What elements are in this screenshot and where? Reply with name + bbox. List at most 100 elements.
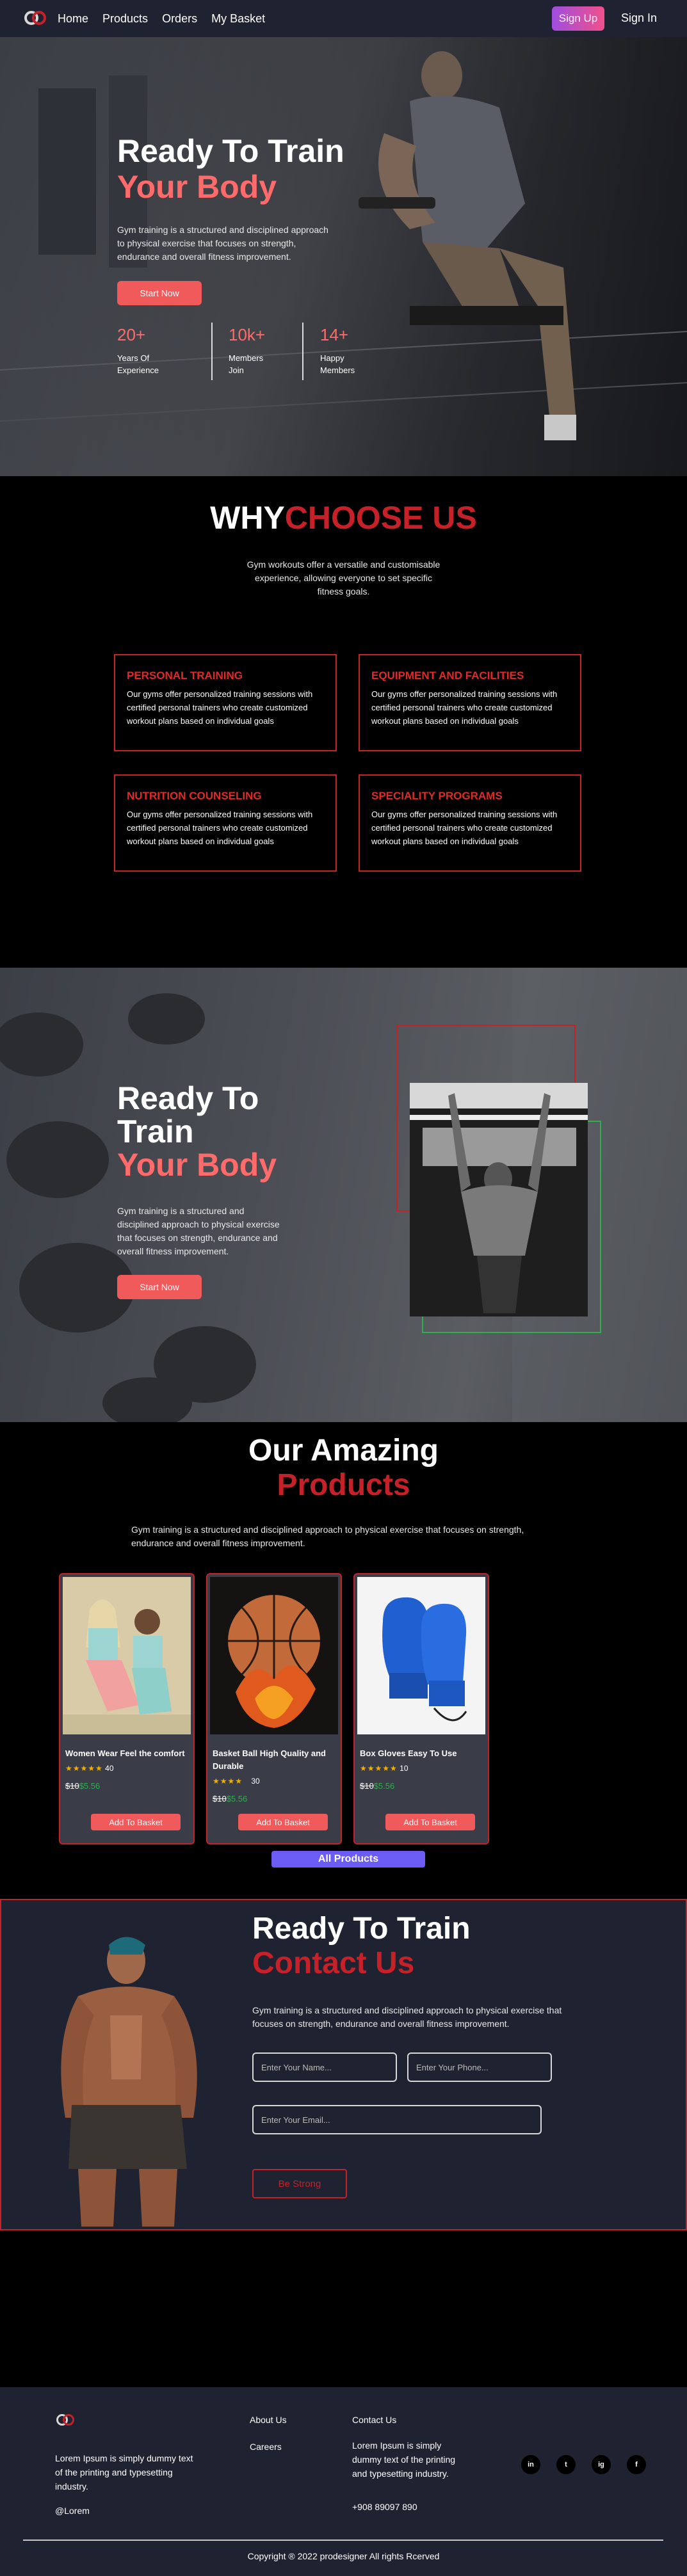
footer-link-careers[interactable]: Careers xyxy=(250,2440,282,2454)
old-price: $10 xyxy=(65,1781,79,1791)
product-price: $10$5.56 xyxy=(360,1780,394,1792)
product-price: $10$5.56 xyxy=(213,1793,247,1805)
old-price: $10 xyxy=(360,1781,374,1791)
why-title-white: WHY xyxy=(210,500,285,536)
contact-title-line1: Ready To Train xyxy=(252,1912,471,1946)
rating-count: 30 xyxy=(251,1777,260,1786)
products-description: Gym training is a structured and discipl… xyxy=(131,1524,524,1548)
old-price: $10 xyxy=(213,1794,227,1804)
instagram-icon[interactable]: ig xyxy=(592,2455,611,2474)
phone-input[interactable]: Enter Your Phone... xyxy=(407,2052,552,2082)
card-text: Our gyms offer personalized training ses… xyxy=(371,689,558,726)
rating-count: 40 xyxy=(105,1764,114,1773)
stat-happy-value: 14+ xyxy=(320,325,349,344)
new-price: $5.56 xyxy=(79,1781,101,1791)
be-strong-button[interactable]: Be Strong xyxy=(252,2169,347,2198)
feature-card-speciality: SPECIALITY PROGRAMS Our gyms offer perso… xyxy=(359,774,581,872)
products-title-line1: Our Amazing xyxy=(248,1434,439,1468)
feature-card-personal-training: PERSONAL TRAINING Our gyms offer persona… xyxy=(114,654,337,751)
star-icons: ★★★★★ xyxy=(360,1764,398,1773)
banner2-title-line1: Ready To xyxy=(117,1080,259,1116)
hero-title-line1: Ready To Train xyxy=(117,133,344,169)
nav-orders[interactable]: Orders xyxy=(162,12,197,26)
product-image-boxing-gloves xyxy=(357,1577,485,1734)
twitter-icon[interactable]: t xyxy=(556,2455,576,2474)
top-navbar: Home Products Orders My Basket Sign Up S… xyxy=(0,0,687,37)
stat-years-value: 20+ xyxy=(117,325,146,344)
banner2-description: Gym training is a structured and discipl… xyxy=(117,1206,280,1256)
why-title-red: CHOOSE US xyxy=(284,500,477,536)
gym-background-image xyxy=(0,37,687,476)
card-text: Our gyms offer personalized training ses… xyxy=(127,810,313,846)
footer-phone: +908 89097 890 xyxy=(352,2502,417,2512)
card-text: Our gyms offer personalized training ses… xyxy=(371,810,558,846)
product-name: Women Wear Feel the comfort xyxy=(65,1748,185,1758)
hero-start-now-button[interactable]: Start Now xyxy=(117,281,202,305)
nav-home[interactable]: Home xyxy=(58,12,88,26)
banner2-title-line3: Your Body xyxy=(117,1147,277,1183)
footer-contact-text: Lorem Ipsum is simply dummy text of the … xyxy=(352,2440,456,2479)
add-to-basket-button[interactable]: Add To Basket xyxy=(91,1814,181,1830)
rating-count: 10 xyxy=(400,1764,408,1773)
product-rating: ★★★★ 30 xyxy=(213,1777,260,1786)
new-price: $5.56 xyxy=(373,1781,395,1791)
product-card[interactable]: Box Gloves Easy To Use ★★★★★ 10 $10$5.56… xyxy=(353,1573,489,1844)
hero-description: Gym training is a structured and discipl… xyxy=(117,225,328,262)
card-title: PERSONAL TRAINING xyxy=(127,669,243,682)
product-name: Basket Ball High Quality and Durable xyxy=(213,1748,326,1771)
feature-card-equipment: EQUIPMENT AND FACILITIES Our gyms offer … xyxy=(359,654,581,751)
stat-happy-label-1: Happy xyxy=(320,353,344,363)
product-card[interactable]: Basket Ball High Quality and Durable ★★★… xyxy=(206,1573,342,1844)
card-title: SPECIALITY PROGRAMS xyxy=(371,790,503,802)
sign-in-link[interactable]: Sign In xyxy=(621,12,657,25)
pullup-athlete-image xyxy=(410,1083,588,1316)
banner2-start-now-button[interactable]: Start Now xyxy=(117,1275,202,1299)
stat-members-value: 10k+ xyxy=(229,325,266,344)
banner2-title-line2: Train xyxy=(117,1114,194,1149)
contact-description: Gym training is a structured and discipl… xyxy=(252,2005,562,2029)
stat-divider xyxy=(302,323,303,380)
add-to-basket-button[interactable]: Add To Basket xyxy=(385,1814,475,1830)
product-rating: ★★★★★ 40 xyxy=(65,1764,114,1773)
footer-copyright: Copyright ® 2022 prodesigner All rights … xyxy=(247,2551,440,2561)
product-image-women-wear xyxy=(63,1577,191,1734)
stat-members-label-2: Join xyxy=(229,365,244,375)
add-to-basket-button[interactable]: Add To Basket xyxy=(238,1814,328,1830)
email-input[interactable]: Enter Your Email... xyxy=(252,2105,542,2134)
footer-divider xyxy=(23,2540,663,2541)
footer-contact-title: Contact Us xyxy=(352,2415,397,2425)
products-title-line2: Products xyxy=(277,1468,410,1502)
card-title: NUTRITION COUNSELING xyxy=(127,790,262,802)
new-price: $5.56 xyxy=(226,1794,248,1804)
product-price: $10$5.56 xyxy=(65,1780,100,1792)
sign-up-button[interactable]: Sign Up xyxy=(552,6,604,31)
contact-section: Ready To Train Contact Us Gym training i… xyxy=(0,1899,687,2230)
bodybuilder-image xyxy=(61,1937,197,2227)
logo-icon[interactable] xyxy=(23,8,49,29)
name-input[interactable]: Enter Your Name... xyxy=(252,2052,397,2082)
contact-title-line2: Contact Us xyxy=(252,1946,415,1980)
why-choose-us-title: WHYCHOOSE US xyxy=(0,499,687,536)
stat-happy-label-2: Members xyxy=(320,365,355,375)
second-banner-section: Ready To Train Your Body Gym training is… xyxy=(0,968,687,1422)
all-products-button[interactable]: All Products xyxy=(271,1851,425,1868)
stat-members-label-1: Members xyxy=(229,353,264,363)
stat-years-label-2: Experience xyxy=(117,365,159,375)
footer-handle: @Lorem xyxy=(55,2506,90,2516)
facebook-icon[interactable]: f xyxy=(627,2455,646,2474)
product-rating: ★★★★★ 10 xyxy=(360,1764,408,1773)
card-title: EQUIPMENT AND FACILITIES xyxy=(371,669,524,682)
card-text: Our gyms offer personalized training ses… xyxy=(127,689,313,726)
nav-products[interactable]: Products xyxy=(102,12,148,26)
nav-my-basket[interactable]: My Basket xyxy=(211,12,265,26)
star-icons: ★★★★ xyxy=(213,1777,243,1786)
product-card[interactable]: Women Wear Feel the comfort ★★★★★ 40 $10… xyxy=(59,1573,195,1844)
linkedin-icon[interactable]: in xyxy=(521,2455,540,2474)
stat-years-label-1: Years Of xyxy=(117,353,150,363)
footer: Lorem Ipsum is simply dummy text of the … xyxy=(0,2387,687,2576)
dumbbell-rack-background xyxy=(0,968,687,1422)
hero-title-line2: Your Body xyxy=(117,169,277,205)
footer-link-about[interactable]: About Us xyxy=(250,2413,287,2427)
footer-logo-icon[interactable] xyxy=(55,2413,81,2432)
feature-card-nutrition: NUTRITION COUNSELING Our gyms offer pers… xyxy=(114,774,337,872)
